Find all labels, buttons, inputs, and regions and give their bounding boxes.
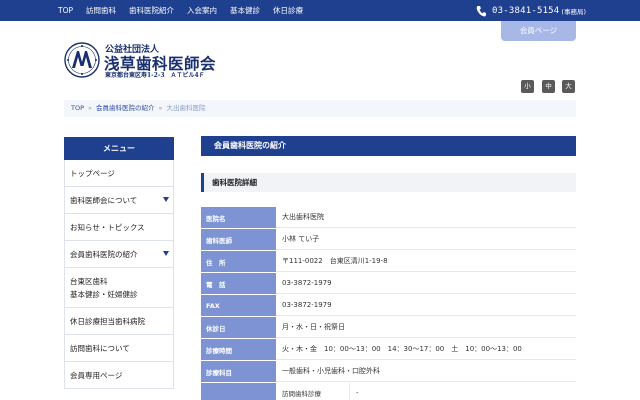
nav-top[interactable]: TOP	[58, 0, 73, 21]
row-subkey: 訪問歯科診療	[276, 383, 350, 400]
sidebar-item-home-visit[interactable]: 訪問歯科について	[65, 335, 173, 362]
nav-clinics[interactable]: 歯科医院紹介	[129, 0, 174, 21]
row-key	[201, 383, 276, 400]
sidebar-item-holiday[interactable]: 休日診療担当歯科病院	[65, 308, 173, 335]
row-value: 一般歯科・小児歯科・口腔外科	[276, 361, 576, 382]
row-key: 電 話	[201, 273, 276, 294]
sidebar-item-top[interactable]: トップページ	[65, 160, 173, 187]
association-logo-icon	[64, 42, 100, 78]
clinic-details-table: 医院名 大出歯科医院 歯科医師 小林 てい子 住 所 〒111-0022 台東区…	[201, 207, 576, 400]
sidebar-item-label-line2: 基本健診・妊婦健診	[70, 289, 138, 299]
sidebar-item-checkup[interactable]: 台東区歯科 基本健診・妊婦健診	[65, 268, 173, 308]
row-value: -	[350, 383, 576, 400]
phone-note: (事務局)	[561, 7, 586, 16]
top-nav: TOP 訪問歯科 歯科医院紹介 入会案内 基本健診 休日診療	[58, 0, 316, 21]
chevron-down-icon[interactable]	[163, 251, 169, 256]
breadcrumb-parent[interactable]: 会員歯科医院の紹介	[96, 104, 155, 112]
table-row: 電 話 03-3872-1979	[201, 273, 576, 295]
sidebar-item-label: 会員専用ページ	[70, 370, 123, 380]
phone-icon	[476, 5, 486, 16]
row-key: 診療時間	[201, 339, 276, 360]
sidebar-item-label: 歯科医師会について	[70, 195, 138, 205]
sidebar-item-label: 休日診療担当歯科病院	[70, 316, 145, 326]
sidebar-item-news[interactable]: お知らせ・トピックス	[65, 214, 173, 241]
table-row: FAX 03-3872-1979	[201, 295, 576, 317]
logo-address: 東京都台東区寿1-2-3 ＡＴビル4Ｆ	[105, 72, 205, 79]
phone-number: 03-3841-5154	[492, 5, 560, 16]
row-key: FAX	[201, 295, 276, 316]
sidebar-item-about[interactable]: 歯科医師会について	[65, 187, 173, 214]
font-size-large-button[interactable]: 大	[562, 80, 575, 93]
section-title: 会員歯科医院の紹介	[201, 136, 576, 156]
sidebar-item-member[interactable]: 会員専用ページ	[65, 362, 173, 389]
nav-holiday[interactable]: 休日診療	[273, 0, 303, 21]
sidebar-item-label-line1: 台東区歯科	[70, 276, 108, 286]
sidebar-item-label: 会員歯科医院の紹介	[70, 249, 138, 259]
sidebar-title: メニュー	[64, 137, 174, 160]
table-row: 訪問歯科診療 -	[201, 383, 576, 400]
row-key: 歯科医師	[201, 229, 276, 250]
table-row: 診療時間 火・木・金 10：00～13：00 14：30～17：00 土 10：…	[201, 339, 576, 361]
row-value: 03-3872-1979	[276, 295, 576, 316]
table-row: 住 所 〒111-0022 台東区清川1-19-8	[201, 251, 576, 273]
row-key: 医院名	[201, 207, 276, 228]
breadcrumb-current: 大出歯科医院	[166, 104, 206, 112]
breadcrumb-home[interactable]: TOP	[71, 104, 84, 112]
table-row: 休診日 月・水・日・祝祭日	[201, 317, 576, 339]
row-value: 火・木・金 10：00～13：00 14：30～17：00 土 10：00～13…	[276, 339, 576, 360]
font-size-medium-button[interactable]: 中	[542, 80, 555, 93]
subsection-title: 歯科医院詳細	[201, 173, 576, 192]
member-page-button[interactable]: 会員ページ	[501, 21, 576, 41]
sidebar-item-label: お知らせ・トピックス	[70, 222, 145, 232]
row-value: 月・水・日・祝祭日	[276, 317, 576, 338]
sidebar-item-clinics[interactable]: 会員歯科医院の紹介	[65, 241, 173, 268]
row-value: 小林 てい子	[276, 229, 576, 250]
font-size-small-button[interactable]: 小	[521, 80, 534, 93]
table-row: 診療科目 一般歯科・小児歯科・口腔外科	[201, 361, 576, 383]
row-value: 大出歯科医院	[276, 207, 576, 228]
sidebar-menu: トップページ 歯科医師会について お知らせ・トピックス 会員歯科医院の紹介 台東…	[64, 160, 174, 389]
row-value: 03-3872-1979	[276, 273, 576, 294]
row-key: 診療科目	[201, 361, 276, 382]
table-row: 医院名 大出歯科医院	[201, 207, 576, 229]
row-key: 休診日	[201, 317, 276, 338]
sidebar-item-label: 訪問歯科について	[70, 343, 130, 353]
breadcrumb: TOP» 会員歯科医院の紹介» 大出歯科医院	[64, 100, 576, 117]
phone-contact: 03-3841-5154 (事務局)	[476, 3, 586, 18]
nav-home-visit[interactable]: 訪問歯科	[86, 0, 116, 21]
sidebar-item-label: トップページ	[70, 168, 115, 178]
nav-membership[interactable]: 入会案内	[187, 0, 217, 21]
row-key: 住 所	[201, 251, 276, 272]
nav-checkup[interactable]: 基本健診	[230, 0, 260, 21]
table-row: 歯科医師 小林 てい子	[201, 229, 576, 251]
breadcrumb-separator: »	[88, 104, 92, 112]
chevron-down-icon[interactable]	[163, 197, 169, 202]
breadcrumb-separator: »	[158, 104, 163, 112]
row-value: 〒111-0022 台東区清川1-19-8	[276, 251, 576, 272]
